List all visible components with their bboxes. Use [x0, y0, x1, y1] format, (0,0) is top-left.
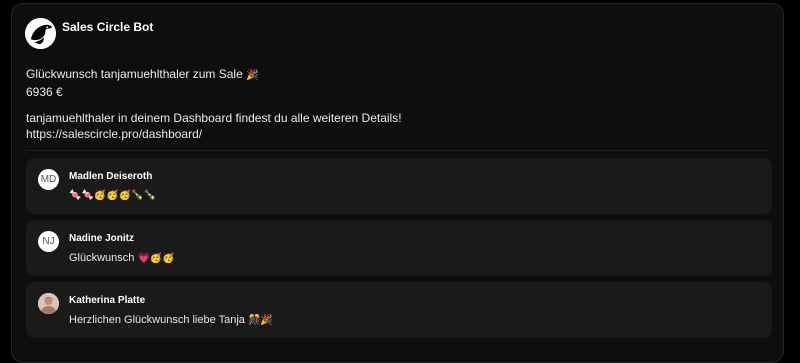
comment-author[interactable]: Nadine Jonitz [69, 233, 134, 244]
comment-text: 🍬🍬🥳🥳🥳🍾🍾 [69, 190, 157, 201]
avatar[interactable] [38, 293, 59, 314]
congrats-text: Glückwunsch tanjamuehlthaler zum Sale [26, 67, 243, 81]
post-body: Glückwunsch tanjamuehlthaler zum Sale 🎉 … [26, 66, 402, 142]
comment-text: Glückwunsch 💗🥳🥳 [69, 252, 175, 264]
confetti-emoji-icon: 🎊🎉 [247, 315, 273, 326]
comment-item: MD Madlen Deiseroth 🍬🍬🥳🥳🥳🍾🍾 [26, 158, 772, 214]
eagle-logo-icon [25, 18, 56, 49]
post-dashboard-link[interactable]: https://salescircle.pro/dashboard/ [26, 126, 402, 142]
bot-avatar[interactable] [25, 18, 56, 49]
avatar[interactable]: NJ [38, 231, 59, 252]
party-popper-icon: 🎉 [246, 70, 259, 81]
post-card: Sales Circle Bot Glückwunsch tanjamuehlt… [11, 3, 784, 363]
comment-text-words: Glückwunsch [69, 252, 135, 264]
post-details-text: tanjamuehlthaler in deinem Dashboard fin… [26, 111, 402, 125]
post-author[interactable]: Sales Circle Bot [62, 20, 153, 34]
comment-text-words: Herzlichen Glückwunsch liebe Tanja [69, 314, 245, 326]
user-photo-icon [38, 293, 59, 314]
heart-party-emoji-icon: 💗🥳🥳 [137, 253, 175, 264]
comment-author[interactable]: Madlen Deiseroth [69, 171, 152, 182]
avatar[interactable]: MD [38, 169, 59, 190]
post-line-congrats: Glückwunsch tanjamuehlthaler zum Sale 🎉 [26, 66, 402, 84]
post-amount: 6936 € [26, 85, 63, 99]
comment-item: Katherina Platte Herzlichen Glückwunsch … [26, 282, 772, 338]
comment-text: Herzlichen Glückwunsch liebe Tanja 🎊🎉 [69, 314, 273, 326]
comment-item: NJ Nadine Jonitz Glückwunsch 💗🥳🥳 [26, 220, 772, 276]
divider [26, 150, 769, 151]
post-header: Sales Circle Bot [25, 18, 153, 49]
comment-author[interactable]: Katherina Platte [69, 295, 145, 306]
